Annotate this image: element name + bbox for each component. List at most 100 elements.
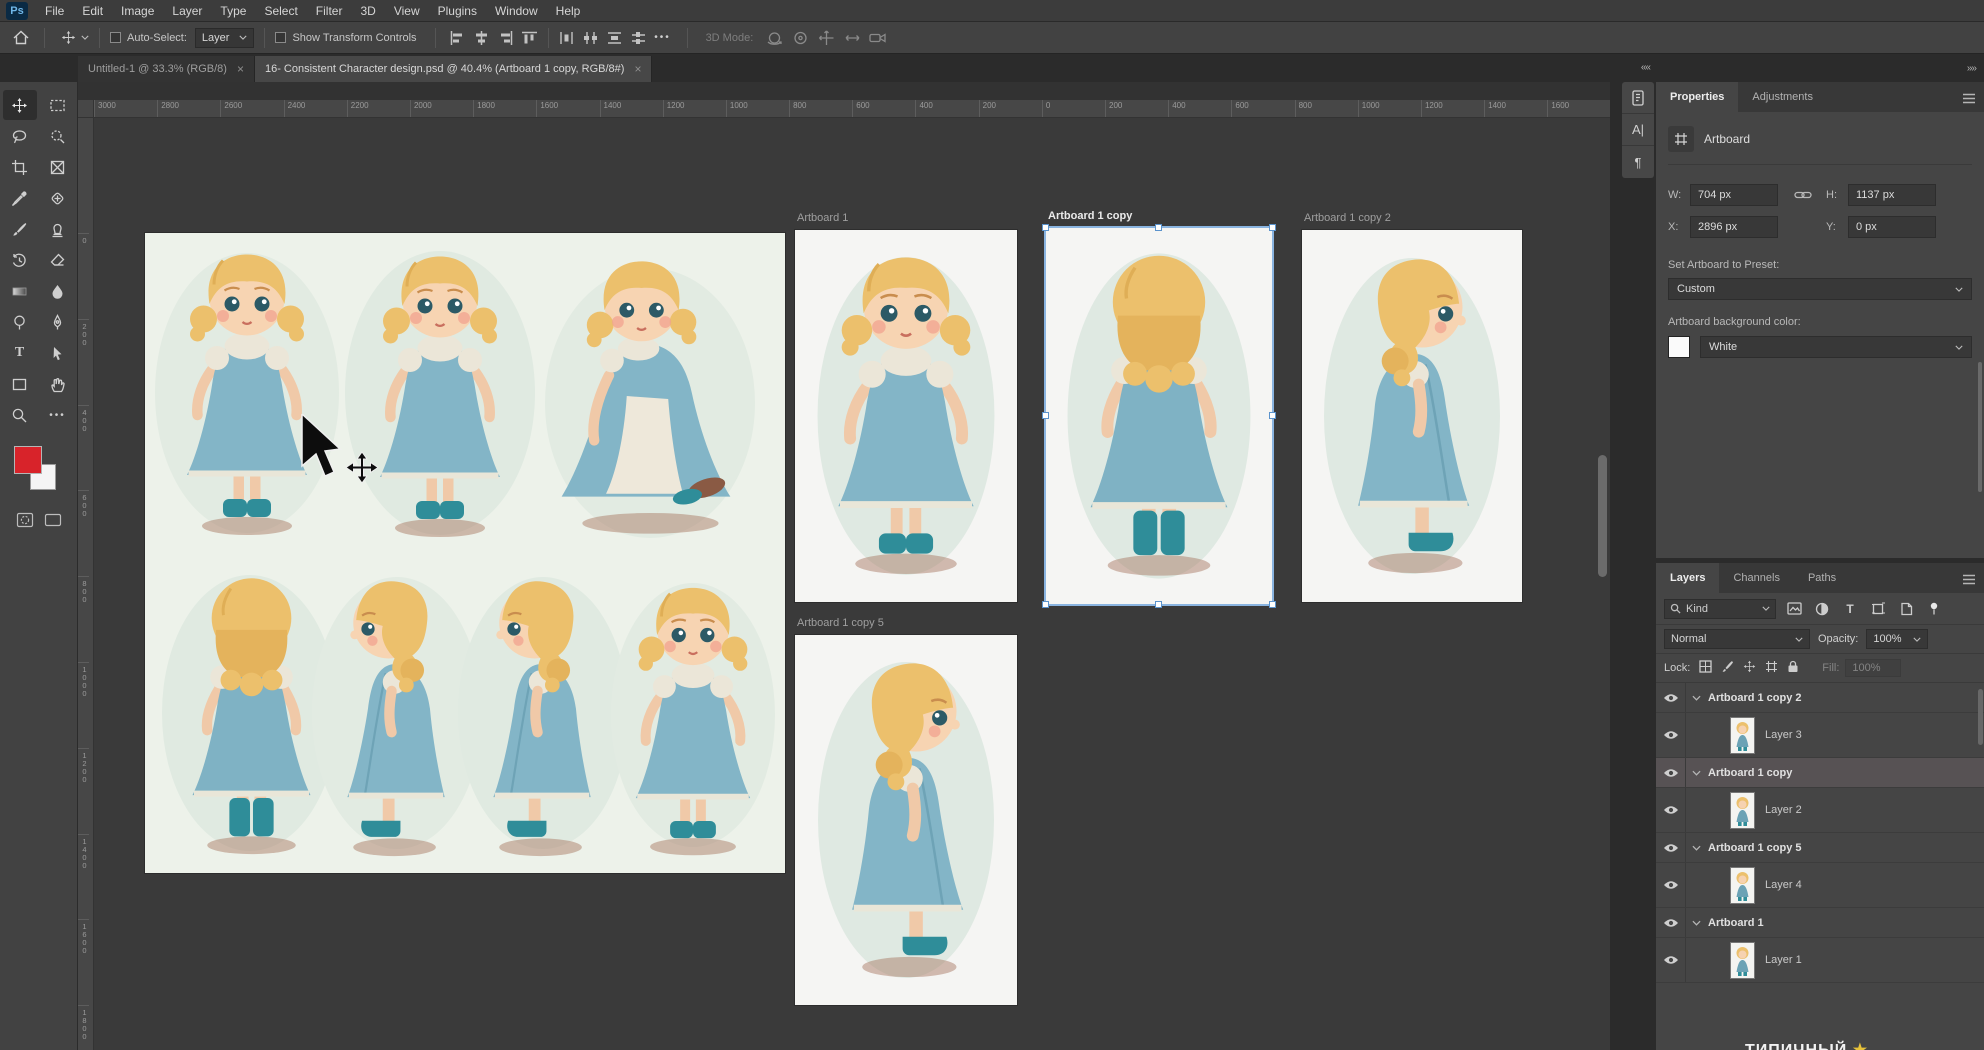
character-panel-icon[interactable]: A| <box>1622 114 1654 146</box>
group-expand-chevron[interactable] <box>1686 770 1706 776</box>
visibility-eye-icon[interactable] <box>1656 788 1686 832</box>
layer-filter-search[interactable]: Kind <box>1664 599 1776 619</box>
layer-row[interactable]: Artboard 1 <box>1656 908 1984 938</box>
artboard-bg-color-select[interactable]: White <box>1700 336 1972 358</box>
3d-orbit-icon[interactable] <box>761 27 787 49</box>
menu-item[interactable]: Layer <box>163 4 211 18</box>
visibility-eye-icon[interactable] <box>1656 713 1686 757</box>
home-icon[interactable] <box>8 26 34 50</box>
expand-panels-icon[interactable]: »» <box>1967 63 1976 74</box>
layers-scrollbar[interactable] <box>1978 689 1983 745</box>
move-tool[interactable] <box>3 90 37 120</box>
lock-artboard-icon[interactable] <box>1765 660 1778 676</box>
visibility-eye-icon[interactable] <box>1656 683 1686 712</box>
align-right-icon[interactable] <box>494 27 518 49</box>
rectangle-shape-tool[interactable] <box>3 369 37 399</box>
dodge-tool[interactable] <box>3 307 37 337</box>
filter-smart-objects-icon[interactable] <box>1896 599 1916 619</box>
layer-thumbnail[interactable] <box>1730 942 1755 979</box>
brush-tool[interactable] <box>3 214 37 244</box>
transform-handle[interactable] <box>1269 412 1276 419</box>
eraser-tool[interactable] <box>41 245 75 275</box>
canvas-vertical-scrollbar[interactable] <box>1598 455 1607 577</box>
move-tool-option-icon[interactable] <box>55 26 81 50</box>
artboard-label[interactable]: Artboard 1 <box>797 212 848 224</box>
menu-item[interactable]: File <box>36 4 73 18</box>
filter-toggle-icon[interactable] <box>1924 599 1944 619</box>
align-top-icon[interactable] <box>518 27 542 49</box>
opacity-select[interactable]: 100% <box>1866 629 1928 649</box>
lock-paint-icon[interactable] <box>1721 660 1734 676</box>
align-left-icon[interactable] <box>446 27 470 49</box>
artboard-label[interactable]: Artboard 1 copy 2 <box>1304 212 1391 224</box>
type-tool[interactable]: T <box>3 338 37 368</box>
menu-item[interactable]: Select <box>255 4 306 18</box>
menu-item[interactable]: Type <box>211 4 255 18</box>
layer-name[interactable]: Artboard 1 copy 2 <box>1708 692 1802 704</box>
artboard-bg-color-swatch[interactable] <box>1668 336 1690 358</box>
properties-scrollbar[interactable] <box>1978 362 1982 492</box>
pen-tool[interactable] <box>41 307 75 337</box>
hand-tool[interactable] <box>41 369 75 399</box>
lasso-tool[interactable] <box>3 121 37 151</box>
layer-name[interactable]: Artboard 1 copy 5 <box>1708 842 1802 854</box>
x-field[interactable]: 2896 px <box>1690 216 1778 238</box>
panel-menu-icon[interactable] <box>1962 91 1976 109</box>
tab-paths[interactable]: Paths <box>1794 563 1850 593</box>
collapse-panels-icon[interactable]: «« <box>1641 62 1650 73</box>
menu-item[interactable]: View <box>385 4 429 18</box>
eyedropper-tool[interactable] <box>3 183 37 213</box>
menu-item[interactable]: Help <box>547 4 590 18</box>
crop-tool[interactable] <box>3 152 37 182</box>
transform-handle[interactable] <box>1155 601 1162 608</box>
clone-stamp-tool[interactable] <box>41 214 75 244</box>
blend-mode-select[interactable]: Normal <box>1664 629 1810 649</box>
transform-handle[interactable] <box>1042 601 1049 608</box>
layer-row[interactable]: Layer 4 <box>1656 863 1984 908</box>
chevron-down-icon[interactable] <box>81 35 89 40</box>
visibility-eye-icon[interactable] <box>1656 908 1686 937</box>
layer-name[interactable]: Layer 3 <box>1765 729 1802 741</box>
tab-properties[interactable]: Properties <box>1656 82 1738 112</box>
transform-handle[interactable] <box>1042 412 1049 419</box>
height-field[interactable]: 1137 px <box>1848 184 1936 206</box>
layer-row[interactable]: Artboard 1 copy 2 <box>1656 683 1984 713</box>
3d-dolly-camera-icon[interactable] <box>865 27 891 49</box>
3d-pan-icon[interactable] <box>813 27 839 49</box>
foreground-color-swatch[interactable] <box>14 446 42 474</box>
lock-position-icon[interactable] <box>1743 660 1756 676</box>
artboard-reference-sheet[interactable] <box>145 233 785 873</box>
menu-item[interactable]: Window <box>486 4 547 18</box>
panel-menu-icon[interactable] <box>1962 572 1976 590</box>
width-field[interactable]: 704 px <box>1690 184 1778 206</box>
artboard-1[interactable] <box>795 230 1017 602</box>
quick-mask-icon[interactable] <box>16 512 34 533</box>
screen-mode-icon[interactable] <box>44 512 62 533</box>
object-selection-tool[interactable] <box>41 121 75 151</box>
auto-select-checkbox[interactable] <box>110 32 121 43</box>
toolbar-more-icon[interactable]: ••• <box>41 400 75 430</box>
menu-item[interactable]: Plugins <box>429 4 486 18</box>
vertical-ruler[interactable]: 0200400600800100012001400160018002000 <box>78 118 94 1050</box>
layer-thumbnail[interactable] <box>1730 792 1755 829</box>
align-center-horizontal-icon[interactable] <box>470 27 494 49</box>
distribute-centers-h-icon[interactable] <box>579 27 603 49</box>
group-expand-chevron[interactable] <box>1686 845 1706 851</box>
layer-row[interactable]: Layer 2 <box>1656 788 1984 833</box>
visibility-eye-icon[interactable] <box>1656 758 1686 787</box>
tab-adjustments[interactable]: Adjustments <box>1738 82 1827 112</box>
artboard-1-copy-5[interactable] <box>795 635 1017 1005</box>
distribute-horizontal-icon[interactable] <box>555 27 579 49</box>
visibility-eye-icon[interactable] <box>1656 863 1686 907</box>
layer-row[interactable]: Artboard 1 copy 5 <box>1656 833 1984 863</box>
layer-row[interactable]: Layer 3 <box>1656 713 1984 758</box>
artboard-preset-select[interactable]: Custom <box>1668 278 1972 300</box>
document-tab[interactable]: 16- Consistent Character design.psd @ 40… <box>255 56 653 82</box>
layer-name[interactable]: Artboard 1 copy <box>1708 767 1792 779</box>
3d-roll-icon[interactable] <box>787 27 813 49</box>
lock-all-icon[interactable] <box>1787 660 1799 676</box>
group-expand-chevron[interactable] <box>1686 695 1706 701</box>
blur-tool[interactable] <box>41 276 75 306</box>
show-transform-checkbox[interactable] <box>275 32 286 43</box>
align-more-options-icon[interactable]: ••• <box>651 27 675 49</box>
